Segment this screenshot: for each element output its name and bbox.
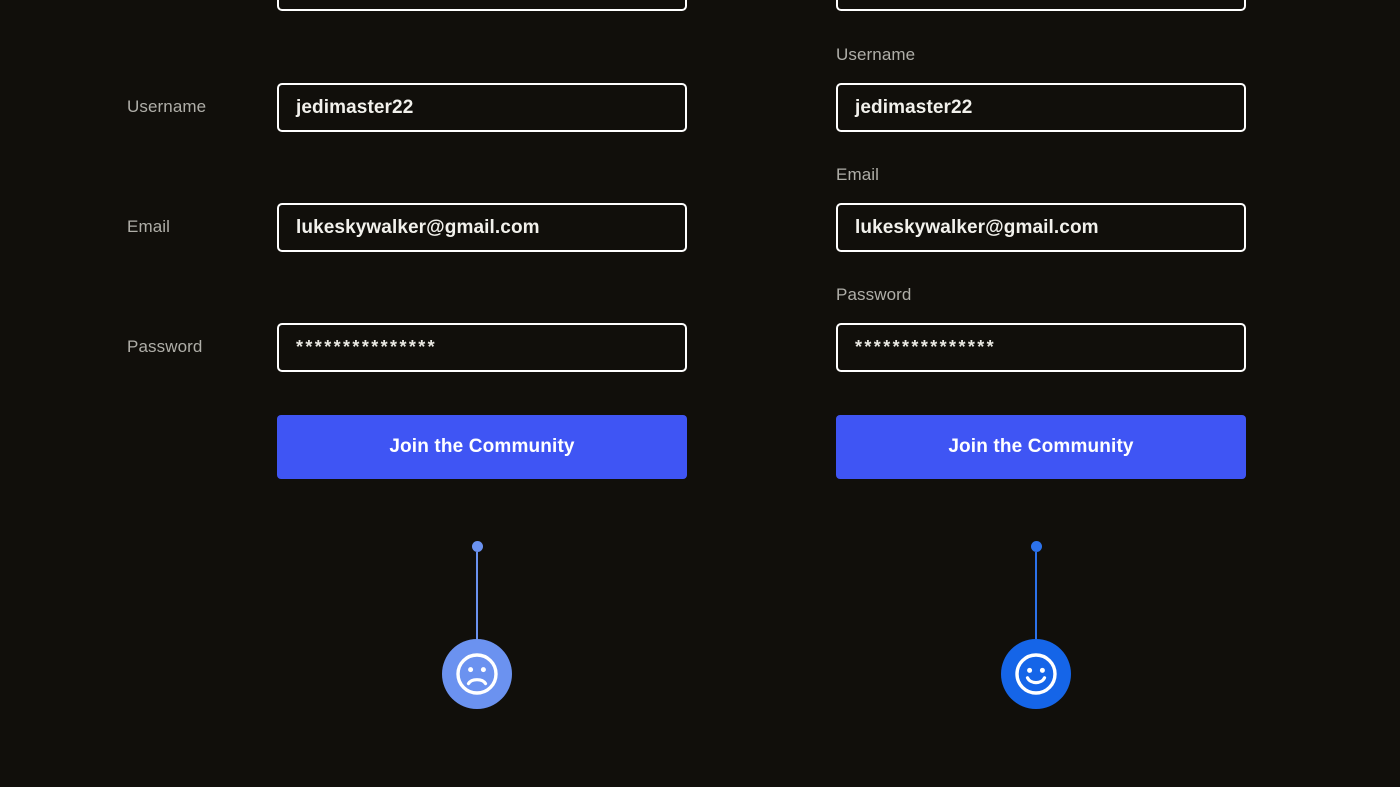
email-input-value: lukeskywalker@gmail.com xyxy=(296,216,540,238)
frowning-face-icon xyxy=(442,639,512,709)
comparison-canvas: Username jedimaster22 Email lukeskywalke… xyxy=(0,0,1400,787)
password-input-value: *************** xyxy=(855,337,997,357)
password-label: Password xyxy=(836,285,912,304)
username-input-value: jedimaster22 xyxy=(855,96,973,118)
marker-stem xyxy=(476,552,478,641)
marker-dot-icon xyxy=(471,541,483,552)
username-label: Username xyxy=(127,97,207,116)
password-input[interactable]: *************** xyxy=(836,323,1246,372)
username-input[interactable]: jedimaster22 xyxy=(277,83,687,132)
annotation-marker-positive xyxy=(1000,541,1072,711)
username-label: Username xyxy=(836,45,916,64)
password-label: Password xyxy=(127,337,203,356)
email-label: Email xyxy=(836,165,880,184)
annotation-marker-negative xyxy=(441,541,513,711)
username-input-value: jedimaster22 xyxy=(296,96,414,118)
join-community-button[interactable]: Join the Community xyxy=(277,415,687,479)
email-input-value: lukeskywalker@gmail.com xyxy=(855,216,1099,238)
password-input-value: *************** xyxy=(296,337,438,357)
join-community-button[interactable]: Join the Community xyxy=(836,415,1246,479)
marker-stem xyxy=(1035,552,1037,641)
username-input[interactable]: jedimaster22 xyxy=(836,83,1246,132)
clipped-input-above[interactable] xyxy=(836,0,1246,11)
email-input[interactable]: lukeskywalker@gmail.com xyxy=(277,203,687,252)
clipped-input-above[interactable] xyxy=(277,0,687,11)
marker-dot-icon xyxy=(1030,541,1042,552)
password-input[interactable]: *************** xyxy=(277,323,687,372)
smiling-face-icon xyxy=(1001,639,1071,709)
email-label: Email xyxy=(127,217,171,236)
email-input[interactable]: lukeskywalker@gmail.com xyxy=(836,203,1246,252)
form-variant-label-left: Username jedimaster22 Email lukeskywalke… xyxy=(0,0,700,520)
